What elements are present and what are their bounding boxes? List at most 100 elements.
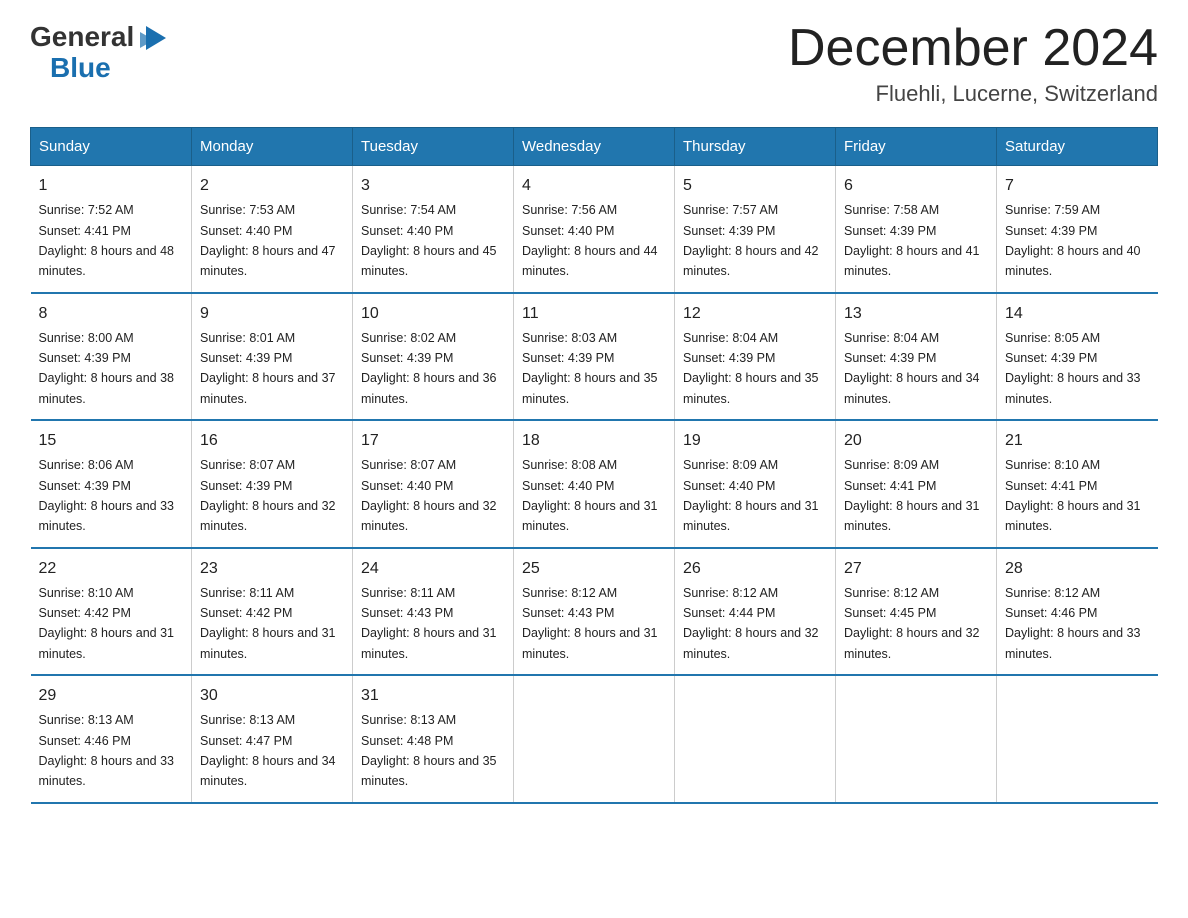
- day-number: 3: [361, 174, 505, 198]
- day-number: 25: [522, 557, 666, 581]
- table-row: 2 Sunrise: 7:53 AMSunset: 4:40 PMDayligh…: [192, 166, 353, 293]
- day-info: Sunrise: 8:13 AMSunset: 4:46 PMDaylight:…: [39, 713, 175, 788]
- logo-blue-text: Blue: [50, 52, 111, 83]
- table-row: 5 Sunrise: 7:57 AMSunset: 4:39 PMDayligh…: [675, 166, 836, 293]
- day-number: 30: [200, 684, 344, 708]
- table-row: 30 Sunrise: 8:13 AMSunset: 4:47 PMDaylig…: [192, 675, 353, 803]
- table-row: 6 Sunrise: 7:58 AMSunset: 4:39 PMDayligh…: [836, 166, 997, 293]
- table-row: 31 Sunrise: 8:13 AMSunset: 4:48 PMDaylig…: [353, 675, 514, 803]
- table-row: [997, 675, 1158, 803]
- day-info: Sunrise: 8:03 AMSunset: 4:39 PMDaylight:…: [522, 331, 658, 406]
- day-info: Sunrise: 8:07 AMSunset: 4:39 PMDaylight:…: [200, 458, 336, 533]
- day-number: 22: [39, 557, 184, 581]
- col-tuesday: Tuesday: [353, 128, 514, 166]
- title-section: December 2024 Fluehli, Lucerne, Switzerl…: [788, 20, 1158, 107]
- page-header: General Blue December 2024 Fluehli, Luce…: [30, 20, 1158, 107]
- table-row: 8 Sunrise: 8:00 AMSunset: 4:39 PMDayligh…: [31, 293, 192, 421]
- day-info: Sunrise: 7:57 AMSunset: 4:39 PMDaylight:…: [683, 203, 819, 278]
- table-row: 18 Sunrise: 8:08 AMSunset: 4:40 PMDaylig…: [514, 420, 675, 548]
- table-row: [514, 675, 675, 803]
- day-number: 14: [1005, 302, 1150, 326]
- day-number: 29: [39, 684, 184, 708]
- logo-icon: [136, 22, 172, 54]
- day-info: Sunrise: 8:13 AMSunset: 4:47 PMDaylight:…: [200, 713, 336, 788]
- table-row: 10 Sunrise: 8:02 AMSunset: 4:39 PMDaylig…: [353, 293, 514, 421]
- table-row: [675, 675, 836, 803]
- day-info: Sunrise: 8:09 AMSunset: 4:40 PMDaylight:…: [683, 458, 819, 533]
- day-info: Sunrise: 7:58 AMSunset: 4:39 PMDaylight:…: [844, 203, 980, 278]
- day-number: 6: [844, 174, 988, 198]
- day-info: Sunrise: 8:10 AMSunset: 4:42 PMDaylight:…: [39, 586, 175, 661]
- day-number: 9: [200, 302, 344, 326]
- table-row: [836, 675, 997, 803]
- table-row: 28 Sunrise: 8:12 AMSunset: 4:46 PMDaylig…: [997, 548, 1158, 676]
- table-row: 11 Sunrise: 8:03 AMSunset: 4:39 PMDaylig…: [514, 293, 675, 421]
- col-wednesday: Wednesday: [514, 128, 675, 166]
- col-monday: Monday: [192, 128, 353, 166]
- table-row: 13 Sunrise: 8:04 AMSunset: 4:39 PMDaylig…: [836, 293, 997, 421]
- day-number: 27: [844, 557, 988, 581]
- day-number: 5: [683, 174, 827, 198]
- logo: General Blue: [30, 20, 172, 82]
- day-number: 21: [1005, 429, 1150, 453]
- calendar-week-row: 29 Sunrise: 8:13 AMSunset: 4:46 PMDaylig…: [31, 675, 1158, 803]
- day-info: Sunrise: 8:11 AMSunset: 4:42 PMDaylight:…: [200, 586, 336, 661]
- day-info: Sunrise: 7:53 AMSunset: 4:40 PMDaylight:…: [200, 203, 336, 278]
- calendar-week-row: 15 Sunrise: 8:06 AMSunset: 4:39 PMDaylig…: [31, 420, 1158, 548]
- day-number: 8: [39, 302, 184, 326]
- day-number: 11: [522, 302, 666, 326]
- day-number: 18: [522, 429, 666, 453]
- day-info: Sunrise: 8:06 AMSunset: 4:39 PMDaylight:…: [39, 458, 175, 533]
- table-row: 16 Sunrise: 8:07 AMSunset: 4:39 PMDaylig…: [192, 420, 353, 548]
- day-info: Sunrise: 8:04 AMSunset: 4:39 PMDaylight:…: [844, 331, 980, 406]
- day-info: Sunrise: 8:12 AMSunset: 4:43 PMDaylight:…: [522, 586, 658, 661]
- col-friday: Friday: [836, 128, 997, 166]
- day-info: Sunrise: 7:52 AMSunset: 4:41 PMDaylight:…: [39, 203, 175, 278]
- table-row: 7 Sunrise: 7:59 AMSunset: 4:39 PMDayligh…: [997, 166, 1158, 293]
- day-number: 15: [39, 429, 184, 453]
- col-thursday: Thursday: [675, 128, 836, 166]
- logo-general-text: General: [30, 23, 134, 51]
- calendar-week-row: 1 Sunrise: 7:52 AMSunset: 4:41 PMDayligh…: [31, 166, 1158, 293]
- day-info: Sunrise: 8:12 AMSunset: 4:45 PMDaylight:…: [844, 586, 980, 661]
- day-info: Sunrise: 8:09 AMSunset: 4:41 PMDaylight:…: [844, 458, 980, 533]
- calendar-header-row: Sunday Monday Tuesday Wednesday Thursday…: [31, 128, 1158, 166]
- day-info: Sunrise: 7:59 AMSunset: 4:39 PMDaylight:…: [1005, 203, 1141, 278]
- day-info: Sunrise: 8:12 AMSunset: 4:44 PMDaylight:…: [683, 586, 819, 661]
- table-row: 26 Sunrise: 8:12 AMSunset: 4:44 PMDaylig…: [675, 548, 836, 676]
- day-info: Sunrise: 8:10 AMSunset: 4:41 PMDaylight:…: [1005, 458, 1141, 533]
- day-number: 13: [844, 302, 988, 326]
- day-info: Sunrise: 8:04 AMSunset: 4:39 PMDaylight:…: [683, 331, 819, 406]
- table-row: 19 Sunrise: 8:09 AMSunset: 4:40 PMDaylig…: [675, 420, 836, 548]
- day-number: 7: [1005, 174, 1150, 198]
- table-row: 20 Sunrise: 8:09 AMSunset: 4:41 PMDaylig…: [836, 420, 997, 548]
- calendar-table: Sunday Monday Tuesday Wednesday Thursday…: [30, 127, 1158, 804]
- day-info: Sunrise: 8:00 AMSunset: 4:39 PMDaylight:…: [39, 331, 175, 406]
- table-row: 21 Sunrise: 8:10 AMSunset: 4:41 PMDaylig…: [997, 420, 1158, 548]
- day-number: 1: [39, 174, 184, 198]
- table-row: 27 Sunrise: 8:12 AMSunset: 4:45 PMDaylig…: [836, 548, 997, 676]
- table-row: 12 Sunrise: 8:04 AMSunset: 4:39 PMDaylig…: [675, 293, 836, 421]
- table-row: 14 Sunrise: 8:05 AMSunset: 4:39 PMDaylig…: [997, 293, 1158, 421]
- day-number: 17: [361, 429, 505, 453]
- day-number: 19: [683, 429, 827, 453]
- table-row: 3 Sunrise: 7:54 AMSunset: 4:40 PMDayligh…: [353, 166, 514, 293]
- calendar-week-row: 22 Sunrise: 8:10 AMSunset: 4:42 PMDaylig…: [31, 548, 1158, 676]
- day-number: 20: [844, 429, 988, 453]
- col-sunday: Sunday: [31, 128, 192, 166]
- table-row: 4 Sunrise: 7:56 AMSunset: 4:40 PMDayligh…: [514, 166, 675, 293]
- day-info: Sunrise: 8:08 AMSunset: 4:40 PMDaylight:…: [522, 458, 658, 533]
- col-saturday: Saturday: [997, 128, 1158, 166]
- day-info: Sunrise: 8:07 AMSunset: 4:40 PMDaylight:…: [361, 458, 497, 533]
- day-info: Sunrise: 8:13 AMSunset: 4:48 PMDaylight:…: [361, 713, 497, 788]
- table-row: 1 Sunrise: 7:52 AMSunset: 4:41 PMDayligh…: [31, 166, 192, 293]
- table-row: 17 Sunrise: 8:07 AMSunset: 4:40 PMDaylig…: [353, 420, 514, 548]
- day-number: 12: [683, 302, 827, 326]
- month-title: December 2024: [788, 20, 1158, 77]
- day-info: Sunrise: 7:54 AMSunset: 4:40 PMDaylight:…: [361, 203, 497, 278]
- day-number: 16: [200, 429, 344, 453]
- table-row: 24 Sunrise: 8:11 AMSunset: 4:43 PMDaylig…: [353, 548, 514, 676]
- day-number: 4: [522, 174, 666, 198]
- day-info: Sunrise: 8:11 AMSunset: 4:43 PMDaylight:…: [361, 586, 497, 661]
- day-number: 26: [683, 557, 827, 581]
